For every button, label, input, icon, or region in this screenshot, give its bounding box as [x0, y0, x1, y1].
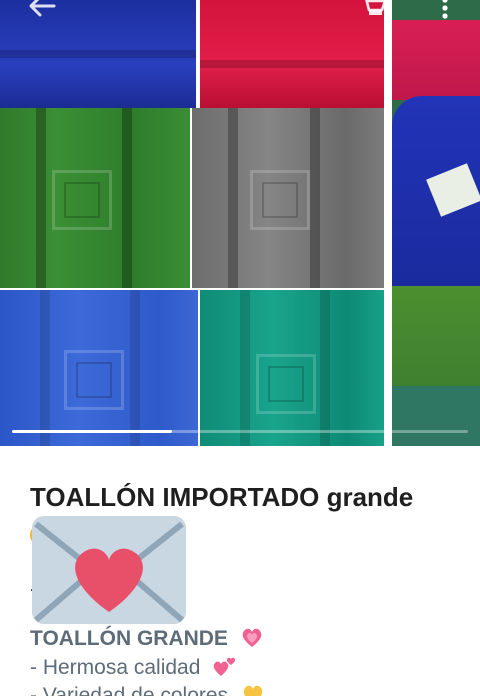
- product-description: TOALLÓN IMPORTADO grande - TOALLÓN GRAND…: [0, 446, 480, 696]
- next-grass: [392, 286, 480, 386]
- feature-text: - Variedad de colores: [30, 684, 229, 696]
- towel-red: [200, 0, 384, 108]
- carousel-pagination-progress: [12, 430, 172, 433]
- carousel-slide-next[interactable]: [392, 0, 480, 446]
- growing-heart-icon: [240, 626, 264, 654]
- feature-item: - Hermosa calidad: [30, 655, 238, 683]
- carousel-pagination: [12, 430, 468, 433]
- more-vertical-icon[interactable]: [440, 0, 450, 20]
- yellow-heart-icon: [240, 683, 266, 696]
- arrow-left-icon[interactable]: [28, 0, 56, 24]
- feature-text: - Hermosa calidad: [30, 656, 201, 679]
- love-letter-icon: [32, 516, 186, 624]
- next-towel-red: [392, 20, 480, 100]
- product-subheading: TOALLÓN GRANDE: [30, 626, 264, 654]
- subheading-text: TOALLÓN GRANDE: [30, 627, 228, 650]
- image-carousel[interactable]: [0, 0, 480, 446]
- towel-blue: [0, 290, 198, 446]
- product-title: TOALLÓN IMPORTADO grande: [30, 482, 414, 512]
- two-hearts-icon: [212, 655, 238, 683]
- towel-green: [0, 108, 190, 288]
- next-towel-teal: [392, 386, 480, 446]
- towel-grey: [192, 108, 384, 288]
- shopping-cart-icon[interactable]: [360, 0, 388, 20]
- towel-teal: [200, 290, 384, 446]
- carousel-slide-current[interactable]: [0, 0, 384, 446]
- product-screen: TOALLÓN IMPORTADO grande - TOALLÓN GRAND…: [0, 0, 480, 696]
- feature-item: - Variedad de colores: [30, 683, 266, 696]
